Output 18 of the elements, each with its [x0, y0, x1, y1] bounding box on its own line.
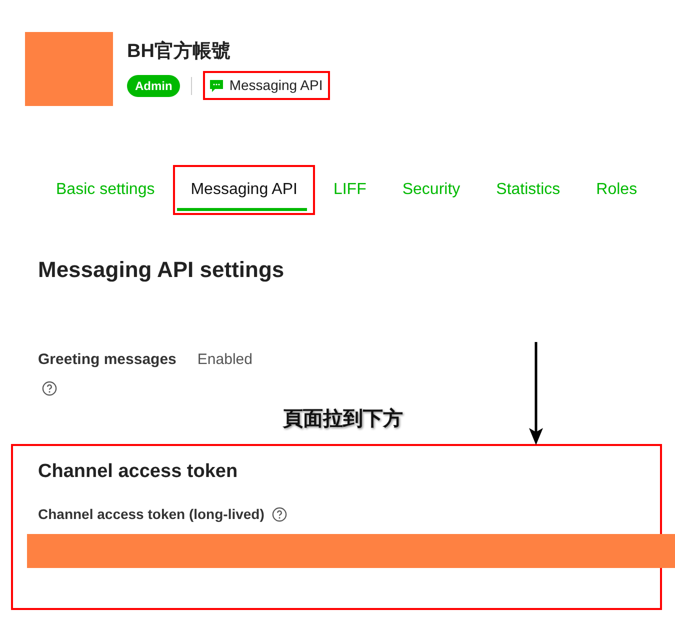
- channel-type-label: Messaging API: [203, 71, 330, 100]
- help-icon[interactable]: [42, 381, 57, 396]
- tab[interactable]: Messaging API: [172, 165, 316, 215]
- setting-value: Enabled: [197, 351, 252, 370]
- tab[interactable]: Basic settings: [38, 165, 173, 215]
- tab[interactable]: Statistics: [478, 165, 578, 215]
- page-title: Messaging API settings: [38, 256, 286, 284]
- help-icon[interactable]: [272, 506, 288, 522]
- chat-icon: [210, 80, 224, 92]
- field-label: Channel access token (long-lived): [38, 505, 264, 523]
- account-name: BH官方帳號: [127, 40, 232, 64]
- tab[interactable]: Security: [384, 165, 478, 215]
- role-badge: Admin: [127, 74, 180, 96]
- setting-label: Greeting messages: [38, 351, 176, 369]
- section-title: Channel access token: [38, 460, 239, 484]
- tab[interactable]: Roles: [578, 165, 656, 215]
- annotation-caption: 頁面拉到下方: [283, 407, 403, 431]
- tab[interactable]: LIFF: [315, 165, 384, 215]
